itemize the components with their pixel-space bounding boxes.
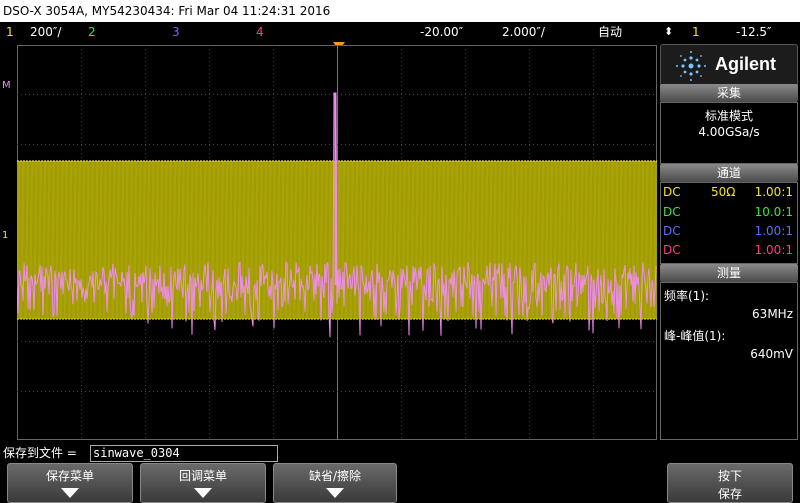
filename-field[interactable]: sinwave_0304 [90,445,278,462]
press-save-line1: 按下 [717,469,742,483]
sample-rate: 4.00GSa/s [698,125,760,139]
save-menu-label: 保存菜单 [45,469,94,483]
default-erase-label: 缺省/擦除 [308,469,362,483]
acquire-section: 标准模式 4.00GSa/s [660,102,798,164]
math-marker: M [2,80,11,91]
ch3-coupling: DC [663,224,681,238]
down-arrow-icon [61,488,79,498]
pkpk-label: 峰-峰值(1): [664,329,726,343]
press-save-line2: 保存 [717,487,742,501]
save-bar: 保存到文件 = sinwave_0304 [0,443,800,463]
ch2-coupling: DC [663,205,681,219]
time-scale[interactable]: 2.000″/ [502,22,545,42]
ch1-coupling: DC [663,185,681,199]
pkpk-value: 640mV [750,347,793,361]
info-panel: Agilent 采集 标准模式 4.00GSa/s 通道 DC 50Ω 1.00… [660,42,800,442]
recall-menu-label: 回调菜单 [178,469,227,483]
ch1-impedance: 50Ω [711,185,736,199]
waveform-display[interactable] [17,45,657,440]
down-arrow-icon [326,488,344,498]
agilent-spark-icon [676,51,706,81]
ch3-probe: 1.00:1 [754,224,793,238]
freq-label: 频率(1): [664,289,710,303]
acquire-mode: 标准模式 [704,109,753,123]
press-to-save-softkey[interactable]: 按下 保存 [667,463,793,503]
ch4-number[interactable]: 4 [256,22,264,42]
measure-section: 频率(1): 63MHz 峰-峰值(1): 640mV [660,282,798,440]
ch2-probe: 10.0:1 [754,205,793,219]
default-erase-softkey[interactable]: 缺省/擦除 [273,463,397,503]
measure-header[interactable]: 测量 [660,264,798,282]
window-title: DSO-X 3054A, MY54230434: Fri Mar 04 11:2… [0,0,800,22]
ch2-number[interactable]: 2 [88,22,96,42]
save-to-file-label: 保存到文件 = [3,446,77,460]
trigger-level[interactable]: -12.5″ [736,22,772,42]
save-menu-softkey[interactable]: 保存菜单 [7,463,133,503]
waveform-svg [17,45,657,440]
ch4-coupling: DC [663,243,681,257]
ch4-probe: 1.00:1 [754,243,793,257]
freq-value: 63MHz [752,307,793,321]
recall-menu-softkey[interactable]: 回调菜单 [140,463,266,503]
ch1-scale[interactable]: 200″/ [30,22,61,42]
trigger-source[interactable]: 1 [692,22,700,42]
brand-logo: Agilent [660,44,798,86]
down-arrow-icon [194,488,212,498]
ch1-number[interactable]: 1 [6,22,14,42]
ch1-probe: 1.00:1 [754,185,793,199]
acquire-header[interactable]: 采集 [660,84,798,102]
ch3-number[interactable]: 3 [172,22,180,42]
channels-header[interactable]: 通道 [660,164,798,182]
brand-name: Agilent [715,54,776,74]
trigger-mode[interactable]: 自动 [598,22,622,42]
channels-section: DC 50Ω 1.00:1 DC 10.0:1 DC 1.00:1 DC 1.0… [660,182,798,264]
status-bar: 1 200″/ 2 3 4 -20.00″ 2.000″/ 自动 ⬍ 1 -12… [0,22,800,42]
time-delay[interactable]: -20.00″ [420,22,463,42]
ch1-ground-marker: 1 [2,230,9,241]
trigger-edge-icon: ⬍ [664,25,674,38]
